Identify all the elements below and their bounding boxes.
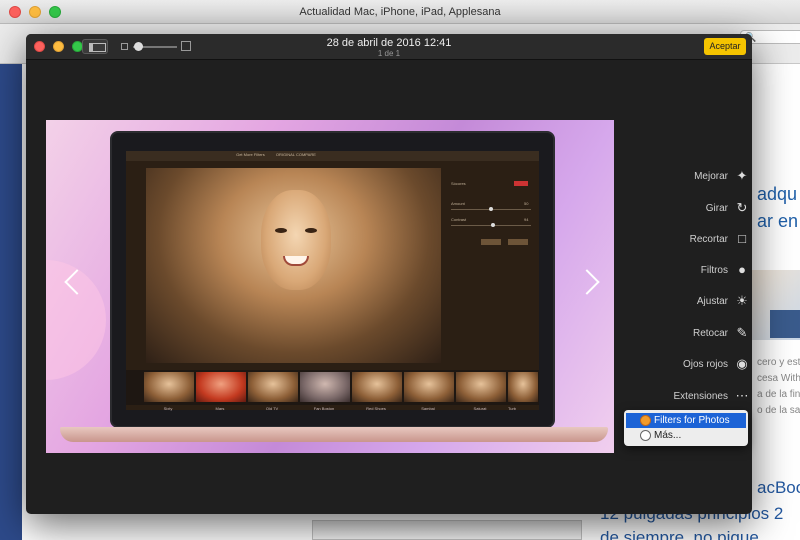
eye-icon: ◉ bbox=[736, 356, 748, 371]
tool-label: Girar bbox=[705, 202, 728, 214]
photo-canvas[interactable]: Get More Filters ORIGINAL COMPARE Sócore… bbox=[46, 120, 614, 453]
amount-value: 50 bbox=[524, 201, 529, 206]
contrast-label: Contrast bbox=[451, 217, 467, 222]
menu-item-label: Más... bbox=[654, 430, 682, 441]
browser-titlebar: Actualidad Mac, iPhone, iPad, Applesana bbox=[0, 0, 800, 24]
article-headline-fragment[interactable]: ar en l bbox=[757, 211, 800, 232]
filter-name: Old TV bbox=[265, 406, 279, 411]
panel-title: Sócores bbox=[451, 181, 466, 186]
tool-recortar[interactable]: Recortar □ bbox=[666, 227, 750, 251]
filter-thumbnail[interactable] bbox=[352, 372, 402, 402]
article-headline-fragment[interactable]: acBoo bbox=[757, 478, 800, 498]
tool-ojos-rojos[interactable]: Ojos rojos ◉ bbox=[666, 352, 750, 376]
filter-thumbnail[interactable] bbox=[248, 372, 298, 402]
accept-button[interactable]: Aceptar bbox=[704, 38, 746, 55]
tool-retocar[interactable]: Retocar ✎ bbox=[666, 321, 750, 345]
tool-extensiones[interactable]: Extensiones ⋯ bbox=[666, 384, 750, 408]
filter-name: Fan Boston bbox=[313, 406, 335, 411]
macbook-screen: Get More Filters ORIGINAL COMPARE Sócore… bbox=[110, 131, 555, 428]
tool-label: Extensiones bbox=[673, 390, 728, 402]
photo-date: 28 de abril de 2016 12:41 bbox=[326, 37, 452, 49]
article-headline-fragment[interactable]: de siempre, no pique bbox=[600, 528, 759, 540]
apply-button[interactable] bbox=[508, 239, 528, 245]
inner-app-header-text: ORIGINAL COMPARE bbox=[275, 152, 316, 157]
crop-icon: □ bbox=[738, 231, 746, 246]
inner-app-toolbar: Get More Filters ORIGINAL COMPARE bbox=[126, 151, 539, 161]
smile bbox=[283, 256, 309, 266]
macbook-base bbox=[60, 427, 608, 442]
amount-knob[interactable] bbox=[489, 207, 493, 211]
tool-label: Mejorar bbox=[694, 170, 728, 182]
reset-button[interactable] bbox=[514, 181, 528, 186]
tool-mejorar[interactable]: Mejorar ✦ bbox=[666, 164, 750, 188]
filter-name: Mars bbox=[215, 406, 225, 411]
tool-girar[interactable]: Girar ↻ bbox=[666, 196, 750, 220]
filters-app-icon bbox=[640, 415, 651, 426]
filter-thumbnail[interactable] bbox=[456, 372, 506, 402]
amount-label: Amount bbox=[451, 201, 465, 206]
page-left-strip bbox=[0, 64, 22, 540]
article-excerpt-line: cesa With bbox=[757, 373, 800, 384]
tool-label: Recortar bbox=[689, 233, 728, 245]
contrast-value: 94 bbox=[524, 217, 529, 222]
filter-filmstrip bbox=[126, 370, 539, 405]
filter-thumbnail[interactable] bbox=[508, 372, 538, 402]
article-excerpt-line: o de la sa bbox=[757, 405, 800, 416]
article-image-detail bbox=[770, 310, 800, 338]
article-headline-fragment[interactable]: adqu bbox=[757, 184, 797, 205]
browser-title: Actualidad Mac, iPhone, iPad, Applesana bbox=[299, 6, 501, 18]
filter-controls-panel: Sócores Amount 50 Contrast 94 bbox=[451, 181, 533, 271]
article-excerpt-line: cero y est bbox=[757, 357, 800, 368]
tool-label: Ajustar bbox=[696, 295, 728, 307]
tool-label: Filtros bbox=[700, 264, 728, 276]
tool-label: Ojos rojos bbox=[682, 358, 728, 370]
cancel-button[interactable] bbox=[481, 239, 501, 245]
filters-icon: ● bbox=[738, 262, 746, 277]
rotate-icon: ↻ bbox=[736, 200, 748, 215]
filter-name: Sixty bbox=[163, 406, 173, 411]
photo-count: 1 de 1 bbox=[377, 49, 401, 58]
magic-wand-icon: ✦ bbox=[736, 168, 748, 183]
portrait-photo bbox=[146, 168, 441, 363]
face bbox=[261, 190, 331, 290]
extensions-menu: Filters for Photos Más... bbox=[624, 410, 748, 446]
tool-filtros[interactable]: Filtros ● bbox=[666, 258, 750, 282]
ellipsis-icon: ⋯ bbox=[735, 388, 749, 403]
article-excerpt-line: a de la fin bbox=[757, 389, 800, 400]
filter-name: Sambal bbox=[421, 406, 435, 411]
inner-app-title: Get More Filters ORIGINAL COMPARE bbox=[126, 152, 426, 157]
chevron-right-icon bbox=[574, 269, 600, 295]
browser-bottom-thumbnail bbox=[312, 520, 582, 540]
right-eye bbox=[305, 228, 317, 233]
tool-ajustar[interactable]: Ajustar ☀ bbox=[666, 289, 750, 313]
inner-app-title-text: Get More Filters bbox=[236, 152, 265, 157]
tool-label: Retocar bbox=[692, 327, 728, 339]
bandage-icon: ✎ bbox=[736, 325, 748, 340]
left-eye bbox=[275, 228, 287, 233]
filter-thumbnail[interactable] bbox=[404, 372, 454, 402]
menu-item-more[interactable]: Más... bbox=[626, 428, 746, 443]
filter-name: Red Shoes bbox=[366, 406, 386, 411]
filter-name: Turb bbox=[507, 406, 517, 411]
menu-item-filters-for-photos[interactable]: Filters for Photos bbox=[626, 413, 746, 428]
editor-titlebar: 28 de abril de 2016 12:41 1 de 1 Aceptar bbox=[26, 34, 752, 60]
contrast-knob[interactable] bbox=[491, 223, 495, 227]
adjust-icon: ☀ bbox=[736, 293, 748, 308]
more-icon bbox=[640, 430, 651, 441]
filter-thumbnail[interactable] bbox=[144, 372, 194, 402]
filter-thumbnail[interactable] bbox=[196, 372, 246, 402]
filter-thumbnail[interactable] bbox=[300, 372, 350, 402]
menu-item-label: Filters for Photos bbox=[654, 415, 730, 426]
